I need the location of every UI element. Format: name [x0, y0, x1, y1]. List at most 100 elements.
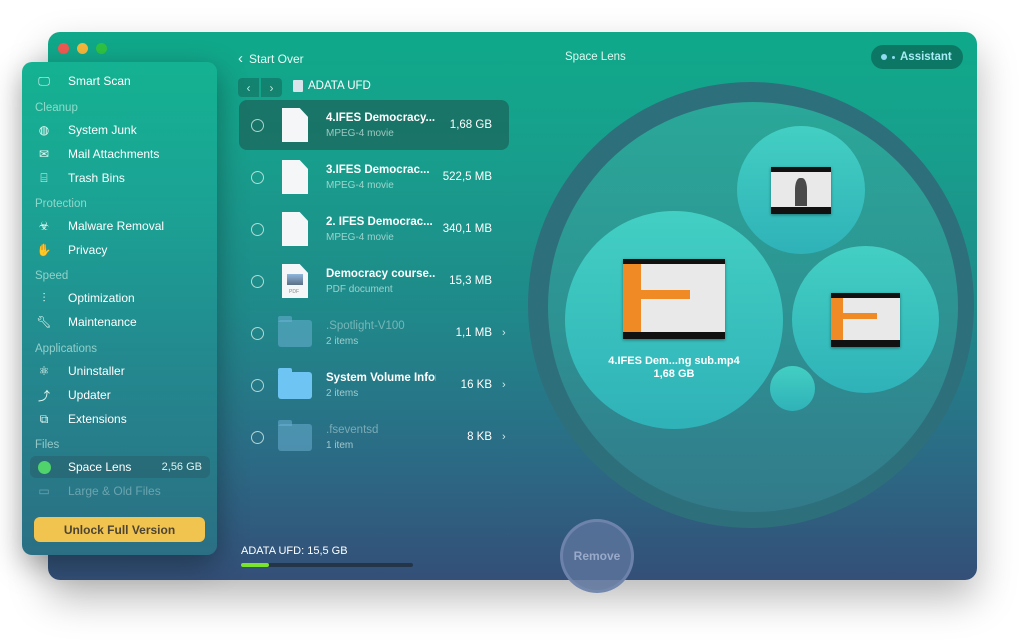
sidebar-item-smart-scan[interactable]: 🖵 Smart Scan: [30, 70, 210, 92]
bubble-caption: 4.IFES Dem...ng sub.mp4 1,68 GB: [608, 355, 739, 381]
file-info: 4.IFES Democracy... MPEG-4 movie: [326, 112, 436, 139]
file-name: 3.IFES Democrac...: [326, 163, 430, 176]
envelope-icon: ✉: [38, 147, 50, 161]
sidebar-item-label: Large & Old Files: [68, 484, 161, 498]
file-info: .Spotlight-V100 2 items: [326, 320, 436, 347]
file-row[interactable]: .fseventsd 1 item 8 KB ›: [239, 412, 509, 462]
nav-forward-button[interactable]: ›: [261, 78, 282, 97]
sidebar-item-system-junk[interactable]: ◍ System Junk: [30, 119, 210, 141]
file-name: 2. IFES Democrac...: [326, 215, 433, 228]
file-info: 3.IFES Democrac... MPEG-4 movie: [326, 164, 436, 191]
file-kind: MPEG-4 movie: [326, 179, 394, 191]
chevron-right-icon[interactable]: ›: [502, 327, 506, 339]
remove-button[interactable]: Remove: [560, 519, 634, 593]
file-row[interactable]: 4.IFES Democracy... MPEG-4 movie 1,68 GB: [239, 100, 509, 150]
file-row[interactable]: System Volume Infor... 2 items 16 KB ›: [239, 360, 509, 410]
file-kind: 2 items: [326, 335, 359, 347]
chevron-right-icon[interactable]: ›: [502, 431, 506, 443]
file-info: System Volume Infor... 2 items: [326, 372, 436, 399]
bubble-file[interactable]: [737, 126, 865, 254]
assistant-dot-icon: [881, 54, 887, 60]
select-radio[interactable]: [251, 274, 264, 288]
sidebar-item-label: Maintenance: [68, 315, 137, 329]
storage-bar-fill: [241, 563, 269, 567]
section-cleanup: Cleanup: [35, 102, 78, 114]
bubble-small-file[interactable]: [770, 366, 815, 411]
sidebar-item-extensions[interactable]: ⧉ Extensions: [30, 408, 210, 430]
sidebar-item-trash-bins[interactable]: ⌸ Trash Bins: [30, 167, 210, 189]
sidebar-item-label: Mail Attachments: [68, 147, 160, 161]
sidebar-item-label: Smart Scan: [68, 74, 131, 88]
file-kind: 2 items: [326, 387, 359, 399]
file-row[interactable]: .Spotlight-V100 2 items 1,1 MB ›: [239, 308, 509, 358]
chevron-right-icon[interactable]: ›: [502, 379, 506, 391]
sliders-icon: ⫶: [42, 290, 46, 305]
sidebar-item-uninstaller[interactable]: ⚛ Uninstaller: [30, 360, 210, 382]
select-radio[interactable]: [251, 170, 264, 184]
section-files: Files: [35, 439, 60, 451]
file-size: 15,3 MB: [449, 275, 492, 287]
file-size: 1,1 MB: [455, 327, 492, 339]
sidebar-item-large-old-files[interactable]: ▭ Large & Old Files: [30, 480, 210, 502]
sidebar-item-malware-removal[interactable]: ☣ Malware Removal: [30, 215, 210, 237]
bubble-file-name: 4.IFES Dem...ng sub.mp4: [608, 355, 740, 367]
file-size: 16 KB: [460, 379, 492, 391]
assistant-button[interactable]: Assistant: [871, 45, 963, 69]
folder-icon: [278, 420, 312, 454]
file-kind: PDF document: [326, 283, 393, 295]
puzzle-icon: ⧉: [39, 411, 49, 426]
close-window-button[interactable]: [58, 43, 69, 54]
select-radio[interactable]: [251, 222, 264, 236]
breadcrumb[interactable]: ADATA UFD: [293, 80, 371, 92]
select-radio[interactable]: [251, 118, 264, 132]
file-kind: 1 item: [326, 439, 354, 451]
pdf-icon: PDF: [282, 264, 308, 298]
select-radio[interactable]: [251, 326, 264, 340]
nav-back-button[interactable]: ‹: [238, 78, 259, 97]
sidebar-item-space-lens[interactable]: Space Lens 2,56 GB: [30, 456, 210, 478]
breadcrumb-location: ADATA UFD: [308, 80, 371, 92]
select-radio[interactable]: [251, 430, 264, 444]
drive-icon: [293, 80, 303, 92]
sidebar-item-optimization[interactable]: ⫶ Optimization: [30, 287, 210, 309]
bubble-selected-file[interactable]: 4.IFES Dem...ng sub.mp4 1,68 GB: [565, 211, 783, 429]
sidebar-item-label: Updater: [68, 388, 111, 402]
chevron-left-icon: ‹: [238, 50, 243, 67]
bubble-file[interactable]: [792, 246, 939, 393]
page-title: Space Lens: [565, 51, 626, 63]
file-row[interactable]: PDF Democracy course... PDF document 15,3 M…: [239, 256, 509, 306]
window-controls: [58, 43, 107, 54]
zoom-window-button[interactable]: [96, 43, 107, 54]
biohazard-icon: ☣: [38, 219, 50, 233]
sidebar-item-maintenance[interactable]: 🔧︎ Maintenance: [30, 311, 210, 333]
sidebar-item-label: System Junk: [68, 123, 137, 137]
document-icon: [282, 212, 308, 246]
file-size: 1,68 GB: [449, 119, 492, 131]
trash-icon: ⌸: [40, 170, 48, 185]
file-size: 522,5 MB: [442, 171, 492, 183]
start-over-button[interactable]: ‹ Start Over: [238, 50, 304, 67]
file-row[interactable]: 3.IFES Democrac... MPEG-4 movie 522,5 MB: [239, 152, 509, 202]
junk-icon: ◍: [38, 123, 50, 137]
storage-label: ADATA UFD: 15,5 GB: [241, 545, 348, 557]
file-name: System Volume Infor...: [326, 371, 436, 384]
sidebar-item-updater[interactable]: ⤴ Updater: [30, 384, 210, 406]
file-size: 340,1 MB: [442, 223, 492, 235]
sidebar-item-mail-attachments[interactable]: ✉ Mail Attachments: [30, 143, 210, 165]
folder-icon: [278, 368, 312, 402]
minimize-window-button[interactable]: [77, 43, 88, 54]
video-thumbnail: [831, 292, 900, 347]
monitor-icon: 🖵: [38, 73, 50, 88]
document-icon: [282, 160, 308, 194]
video-thumbnail: [771, 166, 831, 214]
file-row[interactable]: 2. IFES Democrac... MPEG-4 movie 340,1 MB: [239, 204, 509, 254]
sidebar-item-privacy[interactable]: ✋ Privacy: [30, 239, 210, 261]
history-nav: ‹ ›: [238, 78, 282, 97]
sidebar: 🖵 Smart Scan Cleanup ◍ System Junk ✉ Mai…: [22, 62, 217, 555]
unlock-full-version-button[interactable]: Unlock Full Version: [34, 517, 205, 542]
sidebar-item-label: Space Lens: [68, 460, 132, 474]
wrench-icon: 🔧︎: [36, 315, 52, 329]
select-radio[interactable]: [251, 378, 264, 392]
assistant-dot-small-icon: [892, 55, 895, 59]
sidebar-item-label: Extensions: [68, 412, 127, 426]
